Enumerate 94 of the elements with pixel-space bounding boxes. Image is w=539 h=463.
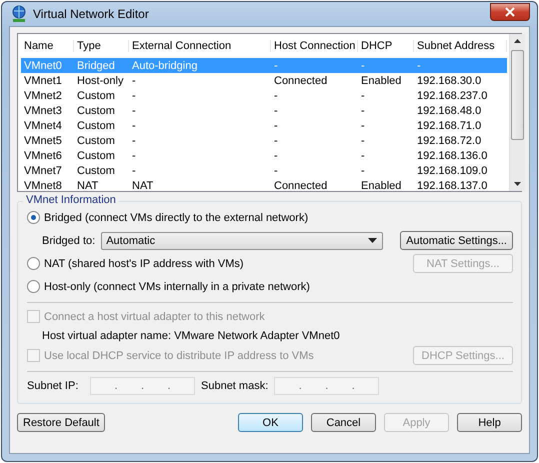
table-cell-text: - (273, 120, 279, 132)
table-cell-text: VMnet0 (23, 60, 63, 72)
column-header[interactable]: Name (21, 40, 74, 52)
dialog-button[interactable]: Cancel (311, 413, 376, 432)
dialog-button[interactable]: Restore Default (17, 413, 106, 432)
column-header[interactable]: DHCP (358, 40, 414, 52)
table-cell-text: - (131, 120, 137, 132)
table-cell-text: - (131, 74, 137, 86)
table-row[interactable]: VMnet7 Custom - - - 192.168.109.0 (21, 163, 507, 178)
table-cell-text: Custom (76, 134, 116, 146)
table-cell-text: Custom (76, 104, 116, 116)
table-cell-text: 192.168.30.0 (416, 74, 482, 86)
close-icon (505, 7, 515, 17)
table-cell-text: VMnet3 (23, 104, 63, 116)
column-header[interactable]: External Connection (129, 40, 271, 52)
table-cell-text: - (273, 150, 279, 162)
dropdown-caret-icon (368, 238, 378, 243)
table-cell-text: 192.168.136.0 (416, 150, 488, 162)
subnet-mask-field[interactable]: . . . (274, 376, 380, 394)
radio-button[interactable] (27, 211, 40, 224)
column-header[interactable]: Host Connection (271, 40, 358, 52)
table-cell-text: Custom (76, 150, 116, 162)
table-cell-text: - (131, 164, 137, 176)
table-cell-text: VMnet4 (23, 120, 63, 132)
subnet-ip-field[interactable]: . . . (90, 376, 195, 394)
table-cell-text: NAT (131, 180, 154, 192)
table-row[interactable]: VMnet4 Custom - - - 192.168.71.0 (21, 118, 507, 133)
dialog-button[interactable]: Help (457, 413, 522, 432)
table-cell-text: - (273, 60, 279, 72)
table-cell-text: VMnet1 (23, 74, 63, 86)
table-cell-text: Custom (76, 90, 116, 102)
table-cell-text: VMnet6 (23, 150, 63, 162)
radio-button[interactable] (27, 257, 40, 270)
table-cell-text: - (360, 90, 366, 102)
scrollbar[interactable] (509, 34, 525, 191)
field-label: Subnet mask: (201, 380, 268, 392)
table-cell-text: VMnet7 (23, 164, 63, 176)
table-cell-text: VMnet5 (23, 134, 63, 146)
table-row[interactable]: VMnet3 Custom - - - 192.168.48.0 (21, 103, 507, 118)
table-cell-text: - (360, 134, 366, 146)
field-label: Subnet IP: (27, 380, 80, 392)
table-cell-text: - (360, 164, 366, 176)
table-cell-text: - (360, 150, 366, 162)
table-cell-text: NAT (76, 180, 100, 192)
table-cell-text: - (360, 104, 366, 116)
table-row[interactable]: VMnet1 Host-only - Connected Enabled 192.168.30.0 (21, 73, 507, 88)
radio-button[interactable] (27, 280, 40, 293)
table-cell-text: - (131, 90, 137, 102)
table-cell-text: - (131, 134, 137, 146)
settings-button[interactable]: Automatic Settings... (400, 231, 513, 250)
table-cell-text: - (131, 104, 137, 116)
table-cell-text: - (360, 120, 366, 132)
table-cell-text: Auto-bridging (131, 60, 198, 72)
table-row[interactable]: VMnet5 Custom - - - 192.168.72.0 (21, 133, 507, 148)
bridged-to-dropdown[interactable]: Automatic (101, 232, 384, 250)
table-cell-text: 192.168.71.0 (416, 120, 482, 132)
table-cell-text: - (273, 104, 279, 116)
table-cell-text: Connected (273, 180, 328, 192)
table-cell-text: 192.168.72.0 (416, 134, 482, 146)
close-button[interactable] (490, 3, 530, 21)
table-row[interactable]: VMnet2 Custom - - - 192.168.237.0 (21, 88, 507, 103)
column-header[interactable]: Type (74, 40, 129, 52)
option-label[interactable]: Host-only (connect VMs internally in a private network) (44, 280, 310, 292)
table-cell-text: Custom (76, 164, 116, 176)
column-header[interactable]: Subnet Address (414, 40, 507, 52)
table-cell-text: - (273, 164, 279, 176)
table-cell-text: - (273, 90, 279, 102)
table-cell-text: 192.168.137.0 (416, 180, 488, 192)
field-label: Bridged to: (42, 234, 96, 246)
table-cell-text: Enabled (360, 180, 402, 192)
scrollbar-thumb[interactable] (511, 50, 524, 140)
table-cell-text: Host-only (76, 74, 124, 86)
table-cell-text: Enabled (360, 74, 402, 86)
dialog-button[interactable]: OK (238, 413, 303, 432)
table-cell-text: 192.168.237.0 (416, 90, 488, 102)
adapter-name-text: Host virtual adapter name: VMware Network Adapter VMnet0 (42, 330, 340, 342)
table-cell-text: VMnet2 (23, 90, 63, 102)
table-cell-text: VMnet8 (23, 180, 63, 192)
table-cell-text: - (416, 60, 422, 72)
table-cell-text: Bridged (76, 60, 116, 72)
table-cell-text: Connected (273, 74, 328, 86)
table-cell-text: 192.168.109.0 (416, 164, 488, 176)
option-label[interactable]: NAT (shared host's IP address with VMs) (44, 258, 244, 270)
option-label[interactable]: Bridged (connect VMs directly to the external network) (44, 212, 308, 224)
table-cell-text: - (360, 60, 366, 72)
globe-network-icon (11, 5, 27, 23)
table-cell-text: - (273, 134, 279, 146)
table-cell-text: 192.168.48.0 (416, 104, 482, 116)
window-title: Virtual Network Editor (33, 7, 149, 21)
table-cell-text: Custom (76, 120, 116, 132)
table-row[interactable]: VMnet6 Custom - - - 192.168.136.0 (21, 148, 507, 163)
table-row[interactable]: VMnet8 NAT NAT Connected Enabled 192.168.137.0 (21, 178, 507, 193)
group-title: VMnet Information (23, 194, 119, 206)
table-cell-text: - (131, 150, 137, 162)
